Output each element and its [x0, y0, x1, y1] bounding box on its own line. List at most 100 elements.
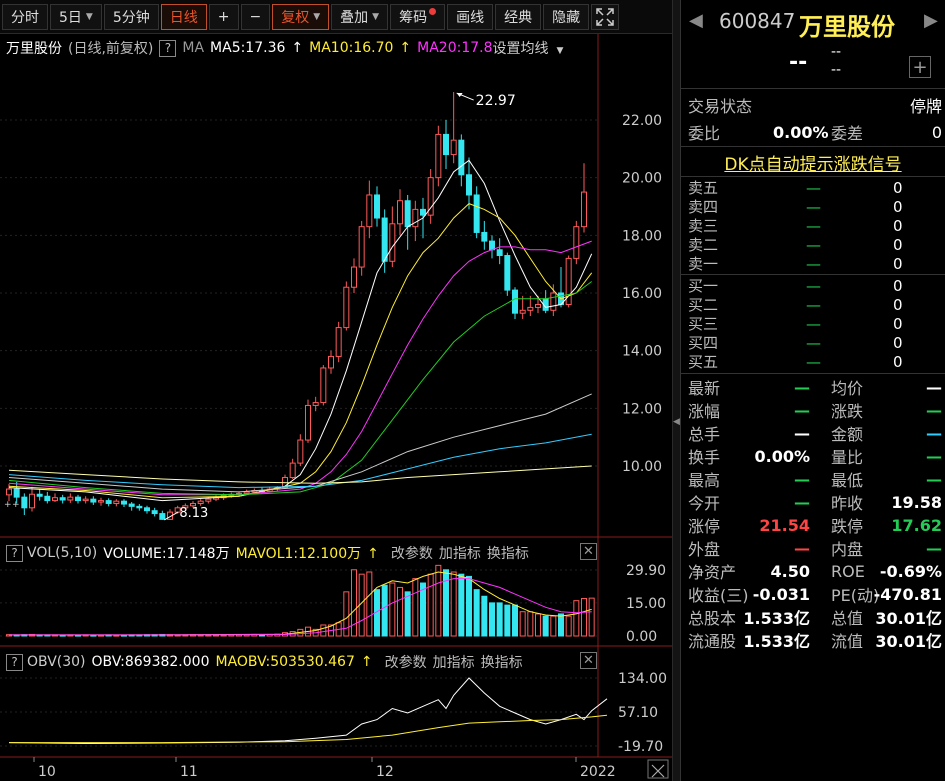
candle-body	[90, 498, 97, 503]
candle-body	[243, 491, 250, 494]
candle-body	[82, 498, 89, 502]
candle-body	[205, 498, 212, 502]
next-stock-icon[interactable]: ▶	[924, 10, 938, 31]
candle-body	[44, 495, 51, 502]
candle-body	[136, 505, 143, 509]
buys-level-row: 买三 — 0	[688, 314, 945, 334]
obv-add-indicator-button[interactable]: 加指标	[433, 652, 475, 672]
volume-bar	[443, 569, 449, 637]
quote-stat-row: 换手 0.00% 量比 —	[688, 445, 945, 468]
candle-body	[473, 194, 480, 233]
vol-add-indicator-button[interactable]: 加指标	[439, 543, 481, 563]
buys-level-label: 买四	[688, 334, 719, 352]
hide-button[interactable]: 隐藏	[543, 3, 590, 30]
buys-level-price: —	[806, 333, 821, 352]
sells-level-label: 卖三	[688, 217, 719, 235]
obv-y-tick-label: 134.00	[618, 671, 667, 687]
candle-body	[343, 286, 350, 329]
candle-body	[305, 404, 311, 441]
buys-level-row: 买一 — 0	[688, 276, 945, 296]
chips-button[interactable]: 筹码	[390, 3, 446, 30]
candle-body	[328, 355, 334, 369]
divider	[681, 88, 945, 89]
candle-body	[105, 500, 112, 504]
candle-body	[420, 208, 426, 216]
draw-line-button[interactable]: 画线	[447, 3, 494, 30]
stat-label: 量比	[831, 448, 864, 467]
collapse-arrow-icon[interactable]: ◀	[673, 410, 680, 434]
y-tick-label: 10.00	[622, 459, 662, 475]
candle-body	[374, 194, 380, 219]
vol-switch-indicator-button[interactable]: 换指标	[487, 543, 529, 563]
zoom-out-button[interactable]: −	[240, 3, 271, 30]
sells-level-price: —	[806, 254, 821, 273]
vol-close-icon[interactable]: ✕	[580, 543, 597, 560]
candle-body	[412, 208, 419, 228]
stat-value: —	[794, 377, 810, 397]
tab-daily[interactable]: 日线	[160, 3, 207, 30]
prev-stock-icon[interactable]: ◀	[689, 10, 703, 31]
stat-value: -470.81	[873, 584, 942, 604]
help-icon[interactable]: ?	[6, 544, 23, 562]
obv-edit-params-button[interactable]: 改参数	[385, 652, 427, 672]
volume-bar	[519, 611, 526, 637]
candle-body	[59, 497, 66, 501]
add-watchlist-button[interactable]: +	[909, 56, 931, 78]
stat-value: 21.54	[759, 515, 810, 535]
sells-level-volume: 0	[893, 216, 903, 235]
x-tick-label: 2022	[580, 764, 616, 780]
quote-stat-row: 收益(三) -0.031 PE(动) -470.81	[688, 583, 945, 606]
candle-body	[527, 306, 534, 311]
tab-daily-label: 日线	[169, 9, 198, 26]
overlay-button[interactable]: 叠加 ▼	[331, 3, 389, 30]
fullscreen-button[interactable]	[591, 3, 620, 30]
candle-body	[404, 200, 411, 228]
candle-body	[443, 133, 449, 156]
stat-label: 最低	[831, 471, 864, 490]
expand-panel-icon[interactable]	[647, 759, 669, 779]
stat-value: 0.00%	[754, 446, 810, 466]
vol-edit-params-button[interactable]: 改参数	[391, 543, 433, 563]
panel-splitter[interactable]: ◀	[672, 0, 680, 781]
volume-bar	[466, 575, 472, 637]
stat-value: —	[926, 469, 942, 489]
chevron-down-icon: ▼	[85, 11, 93, 22]
tab-5min[interactable]: 5分钟	[103, 3, 159, 30]
tab-intraday[interactable]: 分时	[2, 3, 48, 30]
marker-icon: +	[4, 500, 12, 510]
volume-bar	[435, 564, 442, 637]
obv-switch-indicator-button[interactable]: 换指标	[481, 652, 523, 672]
candle-body	[504, 255, 511, 291]
candle-body	[397, 200, 403, 225]
dk-signal-link[interactable]: DK点自动提示涨跌信号	[681, 150, 945, 175]
sells-level-row: 卖二 — 0	[688, 235, 945, 255]
sells-level-price: —	[806, 178, 821, 197]
volume-bar	[427, 573, 434, 637]
zoom-in-button[interactable]: +	[208, 3, 239, 30]
volume-bar	[458, 573, 465, 637]
mavol1-label: MAVOL1:12.100万 ↑	[235, 546, 379, 562]
stat-value: -0.031	[752, 584, 810, 604]
weicha-label: 委差	[831, 124, 864, 143]
candle-body	[151, 510, 158, 515]
buys-level-label: 买三	[688, 315, 719, 333]
classic-button[interactable]: 经典	[495, 3, 542, 30]
help-icon[interactable]: ?	[6, 653, 23, 671]
buys-level-volume: 0	[893, 352, 903, 371]
volume-legend: ? VOL(5,10) VOLUME:17.148万 MAVOL1:12.100…	[6, 543, 535, 563]
obv-close-icon[interactable]: ✕	[580, 652, 597, 669]
candle-body	[550, 292, 557, 311]
adjust-price-button[interactable]: 复权 ▼	[272, 3, 330, 30]
stat-value: 19.58	[891, 492, 942, 512]
volume-bar	[366, 571, 373, 637]
stat-value: —	[926, 423, 942, 443]
tab-5day[interactable]: 5日 ▼	[50, 3, 102, 30]
candle-body	[320, 367, 327, 404]
divider	[681, 373, 945, 374]
candle-body	[113, 500, 120, 504]
volume-bar	[389, 582, 396, 637]
volume-bar	[512, 604, 518, 637]
volume-bar	[450, 571, 457, 637]
sells-level-price: —	[806, 235, 821, 254]
weibi-label: 委比	[688, 124, 721, 143]
